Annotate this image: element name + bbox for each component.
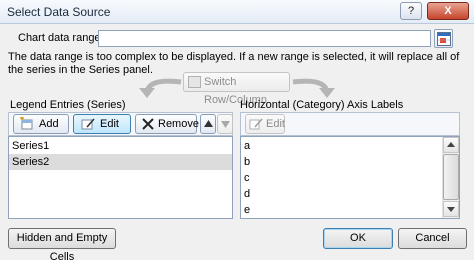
axis-list-scrollbar[interactable] — [442, 137, 459, 218]
axis-labels-label: Horizontal (Category) Axis Labels — [240, 99, 404, 111]
move-up-button[interactable] — [200, 114, 216, 134]
edit-label: Edit — [100, 118, 119, 130]
edit-icon — [81, 118, 95, 130]
list-item[interactable]: c — [241, 170, 250, 186]
curved-arrow-left-icon — [139, 78, 182, 98]
list-item-selected[interactable]: Series2 — [9, 154, 232, 170]
axis-labels-list[interactable]: a b c d e — [240, 136, 460, 219]
chart-data-range-input[interactable] — [98, 30, 431, 47]
arrow-down-icon — [221, 121, 230, 128]
ok-button[interactable]: OK — [323, 228, 393, 249]
scroll-up-button[interactable] — [443, 137, 459, 153]
edit-series-button[interactable]: Edit — [73, 114, 131, 134]
help-button[interactable]: ? — [400, 2, 422, 20]
add-label: Add — [39, 118, 59, 130]
axis-toolbar: Edit — [240, 112, 460, 136]
list-item[interactable]: a — [241, 138, 250, 154]
chevron-up-icon — [447, 142, 455, 147]
move-down-button[interactable] — [217, 114, 233, 134]
scrollbar-thumb[interactable] — [443, 154, 459, 200]
list-item[interactable]: d — [241, 186, 250, 202]
arrow-up-icon — [204, 120, 213, 127]
close-button[interactable]: X — [427, 2, 469, 20]
edit-axis-label: Edit — [266, 118, 285, 130]
switch-icon — [188, 76, 201, 88]
add-icon — [20, 117, 33, 130]
remove-label: Remove — [158, 118, 199, 130]
curved-arrow-right-icon — [292, 78, 335, 98]
edit-icon — [249, 118, 263, 130]
legend-toolbar: Add Edit Remove — [8, 112, 233, 136]
remove-series-button[interactable]: Remove — [135, 114, 199, 134]
edit-axis-button[interactable]: Edit — [245, 114, 285, 134]
range-selector-icon — [437, 32, 451, 46]
list-item[interactable]: Series1 — [9, 138, 232, 154]
collapse-dialog-button[interactable] — [434, 29, 453, 48]
remove-icon — [142, 118, 154, 130]
scroll-down-button[interactable] — [443, 201, 459, 217]
hidden-empty-cells-button[interactable]: Hidden and Empty Cells — [8, 228, 116, 260]
chevron-down-icon — [447, 207, 455, 212]
chart-data-range-label: Chart data range: — [18, 32, 104, 44]
dialog-title: Select Data Source — [7, 5, 111, 19]
add-series-button[interactable]: Add — [13, 114, 69, 134]
list-item[interactable]: e — [241, 202, 250, 218]
legend-series-list[interactable]: Series1 Series2 — [8, 136, 233, 219]
title-bar: Select Data Source ? X — [0, 0, 474, 24]
cancel-button[interactable]: Cancel — [398, 228, 467, 249]
legend-entries-label: Legend Entries (Series) — [10, 99, 126, 111]
switch-row-column-button[interactable]: Switch Row/Column — [183, 72, 290, 106]
list-item[interactable]: b — [241, 154, 250, 170]
